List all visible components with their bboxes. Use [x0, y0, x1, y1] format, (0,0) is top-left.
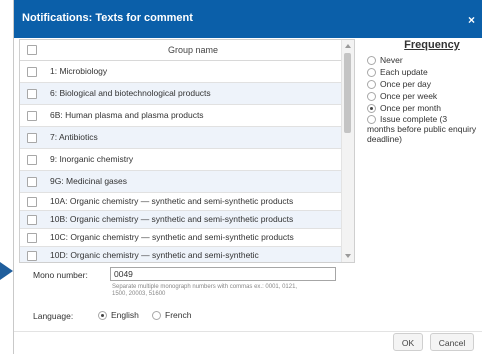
row-checkbox[interactable]	[27, 66, 37, 77]
frequency-option-never[interactable]: Never	[367, 54, 477, 66]
row-checkbox[interactable]	[27, 132, 37, 143]
dialog-title: Notifications: Texts for comment	[22, 12, 193, 24]
frequency-heading: Frequency	[404, 39, 460, 51]
frequency-panel: Frequency Never Each update Once per day…	[367, 39, 477, 144]
cancel-button[interactable]: Cancel	[430, 333, 474, 351]
language-option-english[interactable]: English	[98, 310, 139, 321]
frequency-label: Once per day	[380, 79, 432, 89]
row-checkbox[interactable]	[27, 110, 37, 121]
language-option-label: French	[165, 310, 192, 320]
language-option-french[interactable]: French	[152, 310, 192, 321]
scroll-thumb[interactable]	[344, 53, 351, 133]
radio-once-per-week[interactable]	[367, 92, 376, 102]
frequency-option-once-per-week[interactable]: Once per week	[367, 90, 477, 102]
group-name: 10D: Organic chemistry — synthetic and s…	[44, 246, 342, 262]
notifications-dialog: Notifications: Texts for comment × Group…	[13, 0, 482, 354]
row-checkbox[interactable]	[27, 88, 37, 99]
radio-once-per-month[interactable]	[367, 104, 376, 114]
radio-once-per-day[interactable]	[367, 80, 376, 90]
select-all-checkbox[interactable]	[27, 45, 37, 56]
table-row: 9: Inorganic chemistry	[20, 148, 342, 171]
footer-divider	[14, 331, 482, 332]
group-name: 6: Biological and biotechnological produ…	[44, 82, 342, 105]
mono-number-input[interactable]	[110, 267, 336, 281]
table-row: 6B: Human plasma and plasma products	[20, 104, 342, 127]
pointer-arrow	[0, 262, 13, 280]
table-row: 6: Biological and biotechnological produ…	[20, 82, 342, 105]
radio-each-update[interactable]	[367, 68, 376, 78]
row-checkbox[interactable]	[27, 196, 37, 207]
row-checkbox[interactable]	[27, 176, 37, 187]
frequency-label: Each update	[380, 67, 428, 77]
frequency-label: Never	[380, 55, 403, 65]
row-checkbox[interactable]	[27, 214, 37, 225]
group-name: 6B: Human plasma and plasma products	[44, 104, 342, 127]
list-scrollbar[interactable]	[341, 40, 354, 262]
row-checkbox[interactable]	[27, 232, 37, 243]
mono-number-hint: Separate multiple monograph numbers with…	[112, 284, 298, 297]
group-name: 9: Inorganic chemistry	[44, 148, 342, 171]
row-checkbox[interactable]	[27, 154, 37, 165]
radio-issue-complete[interactable]	[367, 115, 376, 125]
ok-button[interactable]: OK	[393, 333, 423, 351]
group-name-header: Group name	[44, 40, 342, 61]
group-table: Group name 1: Microbiology 6: Biological…	[20, 40, 342, 262]
select-all-cell	[20, 40, 44, 61]
table-row: 1: Microbiology	[20, 60, 342, 83]
language-option-label: English	[111, 310, 139, 320]
group-name: 10B: Organic chemistry — synthetic and s…	[44, 210, 342, 229]
scroll-up-icon[interactable]	[345, 44, 351, 48]
table-row: 7: Antibiotics	[20, 126, 342, 149]
radio-english[interactable]	[98, 311, 107, 321]
language-label: Language:	[33, 311, 74, 321]
row-checkbox[interactable]	[27, 250, 37, 261]
scroll-down-icon[interactable]	[345, 254, 351, 258]
close-icon[interactable]: ×	[468, 13, 475, 27]
frequency-option-each-update[interactable]: Each update	[367, 66, 477, 78]
frequency-label: Once per week	[380, 91, 438, 101]
table-row: 10D: Organic chemistry — synthetic and s…	[20, 246, 342, 262]
group-name: 10C: Organic chemistry — synthetic and s…	[44, 228, 342, 247]
dialog-titlebar: Notifications: Texts for comment ×	[14, 0, 482, 38]
table-row: 10A: Organic chemistry — synthetic and s…	[20, 192, 342, 211]
table-row: 10B: Organic chemistry — synthetic and s…	[20, 210, 342, 229]
frequency-label: Once per month	[380, 103, 441, 113]
group-name: 10A: Organic chemistry — synthetic and s…	[44, 192, 342, 211]
radio-never[interactable]	[367, 56, 376, 66]
table-row: 9G: Medicinal gases	[20, 170, 342, 193]
frequency-option-once-per-day[interactable]: Once per day	[367, 78, 477, 90]
frequency-option-once-per-month[interactable]: Once per month	[367, 102, 477, 114]
group-name: 7: Antibiotics	[44, 126, 342, 149]
group-list: Group name 1: Microbiology 6: Biological…	[19, 39, 355, 263]
radio-french[interactable]	[152, 311, 161, 321]
frequency-label: Issue complete (3 months before public e…	[367, 114, 477, 145]
table-row: 10C: Organic chemistry — synthetic and s…	[20, 228, 342, 247]
mono-number-label: Mono number:	[33, 270, 88, 280]
frequency-option-issue-complete[interactable]: Issue complete (3 months before public e…	[367, 114, 477, 144]
group-name: 1: Microbiology	[44, 60, 342, 83]
group-name: 9G: Medicinal gases	[44, 170, 342, 193]
